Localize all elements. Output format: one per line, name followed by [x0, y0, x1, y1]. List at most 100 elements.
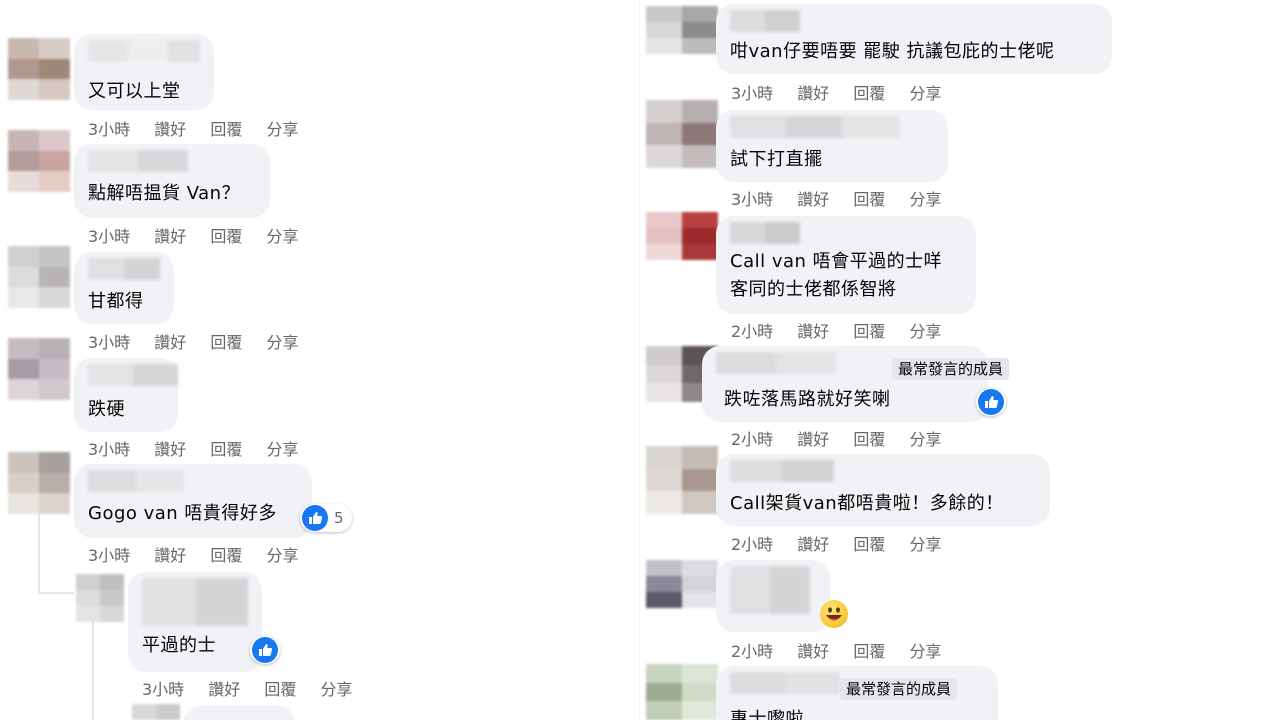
- comment-time[interactable]: 2小時: [731, 531, 773, 555]
- like-button[interactable]: 讚好: [154, 542, 186, 566]
- comment-bubble: 點解唔揾貨 Van？: [74, 144, 270, 218]
- share-button[interactable]: 分享: [910, 531, 942, 555]
- comment-text: 平過的士: [142, 635, 216, 656]
- comment-bubble: 平過的士: [128, 572, 262, 672]
- share-button[interactable]: 分享: [267, 223, 299, 247]
- comment-time[interactable]: 3小時: [142, 676, 184, 700]
- grinning-face-emoji-icon: [820, 600, 848, 628]
- reply-button[interactable]: 回覆: [210, 223, 242, 247]
- comment-time[interactable]: 3小時: [88, 329, 130, 353]
- commenter-name[interactable]: [142, 578, 248, 626]
- comment-time[interactable]: 3小時: [88, 436, 130, 460]
- avatar[interactable]: [646, 664, 718, 720]
- reply-button[interactable]: 回覆: [210, 329, 242, 353]
- like-button[interactable]: 讚好: [154, 329, 186, 353]
- comment-time[interactable]: 2小時: [731, 426, 773, 450]
- reply-thread-line: [92, 620, 94, 720]
- comment-text: 跌咗落馬路就好笑喇: [724, 389, 891, 410]
- reply-button[interactable]: 回覆: [210, 542, 242, 566]
- comment-time[interactable]: 3小時: [731, 80, 773, 104]
- comment-text: 試下打直擺: [730, 149, 823, 170]
- reaction-count-badge[interactable]: [976, 388, 1006, 416]
- right-comments-panel: 咁van仔要唔要 罷駛 抗議包庇的士佬呢 3小時 讚好 回覆 分享 試下打直擺 …: [640, 0, 1280, 720]
- commenter-name[interactable]: [88, 150, 188, 172]
- share-button[interactable]: 分享: [910, 318, 942, 342]
- avatar[interactable]: [646, 212, 718, 260]
- avatar[interactable]: [8, 338, 70, 400]
- avatar[interactable]: [646, 100, 718, 168]
- avatar[interactable]: [646, 6, 718, 54]
- like-button[interactable]: 讚好: [154, 116, 186, 140]
- comment-text: 又可以上堂: [88, 81, 181, 102]
- avatar[interactable]: [646, 560, 718, 608]
- commenter-name[interactable]: [730, 10, 800, 32]
- like-button[interactable]: 讚好: [797, 638, 829, 662]
- reply-button[interactable]: 回覆: [853, 426, 885, 450]
- commenter-name[interactable]: [88, 258, 160, 280]
- share-button[interactable]: 分享: [267, 436, 299, 460]
- comment-time[interactable]: 3小時: [88, 223, 130, 247]
- avatar[interactable]: [8, 452, 70, 514]
- avatar[interactable]: [8, 38, 70, 100]
- commenter-name[interactable]: [730, 566, 810, 614]
- like-button[interactable]: 讚好: [797, 186, 829, 210]
- comment-actions: 3小時 讚好 回覆 分享: [88, 436, 318, 460]
- reply-button[interactable]: 回覆: [853, 531, 885, 555]
- commenter-name[interactable]: [730, 460, 834, 482]
- reaction-count-badge[interactable]: [250, 636, 280, 664]
- commenter-name[interactable]: [88, 40, 200, 62]
- reply-button[interactable]: 回覆: [853, 186, 885, 210]
- comment-text: Call架貨van都唔貴啦！多餘的！: [730, 493, 1004, 514]
- reply-button[interactable]: 回覆: [853, 318, 885, 342]
- comment-time[interactable]: 3小時: [88, 542, 130, 566]
- like-button[interactable]: 讚好: [154, 223, 186, 247]
- comment-time[interactable]: 2小時: [731, 638, 773, 662]
- commenter-name[interactable]: [730, 116, 900, 138]
- reply-button[interactable]: 回覆: [853, 80, 885, 104]
- top-contributor-badge[interactable]: 最常發言的成員: [892, 358, 1010, 380]
- comment-text: 專士嚟啦: [730, 709, 804, 720]
- like-button[interactable]: 讚好: [797, 531, 829, 555]
- reply-button[interactable]: 回覆: [210, 436, 242, 460]
- avatar[interactable]: [76, 574, 124, 622]
- comment-time[interactable]: 3小時: [731, 186, 773, 210]
- comment-actions: 2小時 讚好 回覆 分享: [731, 318, 961, 342]
- comment-actions: 3小時 讚好 回覆 分享: [88, 116, 318, 140]
- share-button[interactable]: 分享: [267, 542, 299, 566]
- like-button[interactable]: 讚好: [797, 318, 829, 342]
- comment-time[interactable]: 2小時: [731, 318, 773, 342]
- share-button[interactable]: 分享: [910, 426, 942, 450]
- top-contributor-badge[interactable]: 最常發言的成員: [840, 678, 958, 700]
- avatar[interactable]: [8, 130, 70, 192]
- share-button[interactable]: 分享: [910, 638, 942, 662]
- commenter-name[interactable]: [88, 364, 178, 386]
- comment-actions: 2小時 讚好 回覆 分享: [731, 426, 961, 450]
- share-button[interactable]: 分享: [910, 186, 942, 210]
- avatar[interactable]: [8, 246, 70, 308]
- like-button[interactable]: 讚好: [154, 436, 186, 460]
- commenter-name[interactable]: [716, 352, 836, 374]
- avatar[interactable]: [132, 704, 180, 720]
- commenter-name[interactable]: [730, 222, 800, 244]
- commenter-name[interactable]: [88, 470, 184, 492]
- comment-text-line: 客同的士佬都係智將: [730, 279, 897, 300]
- thumbs-up-icon: [978, 389, 1004, 415]
- reaction-count: 5: [334, 509, 344, 527]
- commenter-name[interactable]: [730, 672, 840, 694]
- reply-button[interactable]: 回覆: [210, 116, 242, 140]
- like-button[interactable]: 讚好: [208, 676, 240, 700]
- comment-actions: 3小時 讚好 回覆 分享: [731, 186, 961, 210]
- comment-time[interactable]: 3小時: [88, 116, 130, 140]
- reply-button[interactable]: 回覆: [264, 676, 296, 700]
- reaction-count-badge[interactable]: 5: [300, 504, 352, 532]
- reply-button[interactable]: 回覆: [853, 638, 885, 662]
- comment-bubble: 最常發言的成員 跌咗落馬路就好笑喇: [702, 346, 1010, 422]
- avatar[interactable]: [646, 446, 718, 514]
- share-button[interactable]: 分享: [910, 80, 942, 104]
- like-button[interactable]: 讚好: [797, 426, 829, 450]
- left-comments-panel: 又可以上堂 3小時 讚好 回覆 分享 點解唔揾貨 Van？ 3小時 讚好 回覆 …: [0, 0, 640, 720]
- share-button[interactable]: 分享: [267, 329, 299, 353]
- like-button[interactable]: 讚好: [797, 80, 829, 104]
- share-button[interactable]: 分享: [267, 116, 299, 140]
- share-button[interactable]: 分享: [321, 676, 353, 700]
